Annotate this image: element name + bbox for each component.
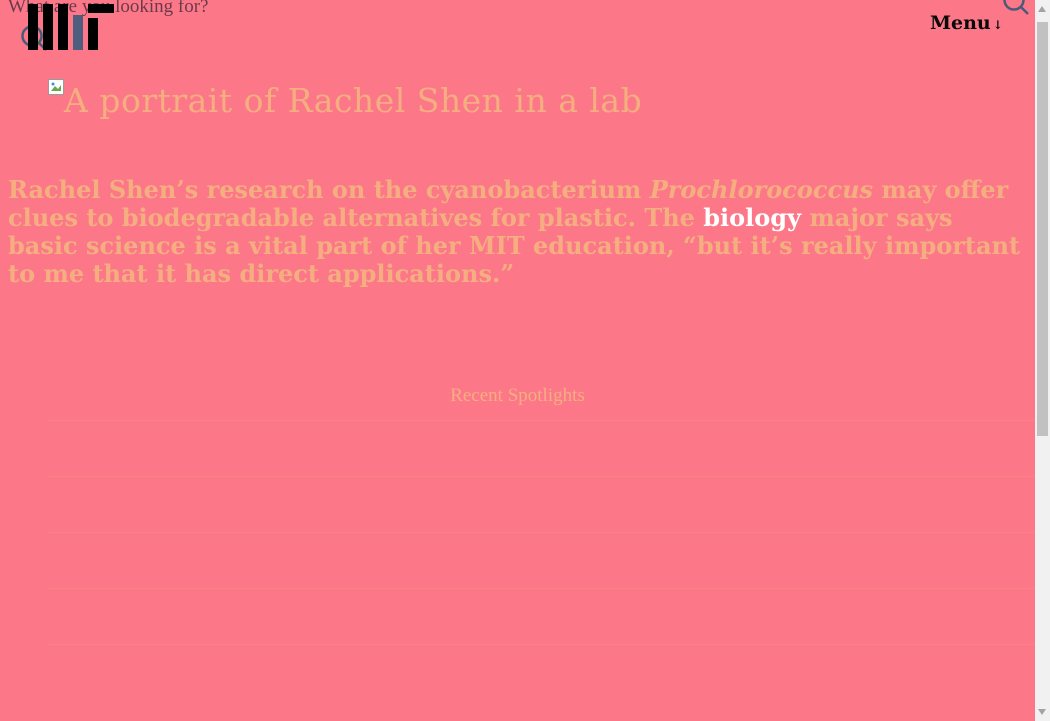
list-item[interactable] (48, 532, 1035, 588)
list-item[interactable] (48, 420, 1035, 476)
list-item[interactable] (48, 588, 1035, 644)
intro-paragraph: Rachel Shen’s research on the cyanobacte… (8, 175, 1021, 288)
broken-image-icon (48, 79, 64, 95)
biology-link[interactable]: biology (703, 203, 801, 232)
hero-image-alt: A portrait of Rachel Shen in a lab (64, 81, 643, 120)
recent-spotlights-heading: Recent Spotlights (450, 385, 585, 406)
vertical-scrollbar[interactable] (1035, 0, 1050, 721)
menu-label: Menu (930, 12, 991, 34)
scroll-down-arrow-icon[interactable] (1038, 709, 1046, 715)
search-icon[interactable] (1002, 0, 1030, 16)
mit-logo-icon[interactable] (28, 4, 114, 50)
menu-button[interactable]: Menu ↓ (930, 12, 1003, 34)
scroll-up-arrow-icon[interactable] (1038, 6, 1046, 12)
arrow-down-icon: ↓ (992, 18, 1003, 32)
recent-spotlights-list (48, 420, 1035, 700)
species-name: Prochlorococcus (649, 175, 874, 204)
list-item[interactable] (48, 644, 1035, 700)
scrollbar-thumb[interactable] (1037, 22, 1048, 436)
list-item[interactable] (48, 476, 1035, 532)
